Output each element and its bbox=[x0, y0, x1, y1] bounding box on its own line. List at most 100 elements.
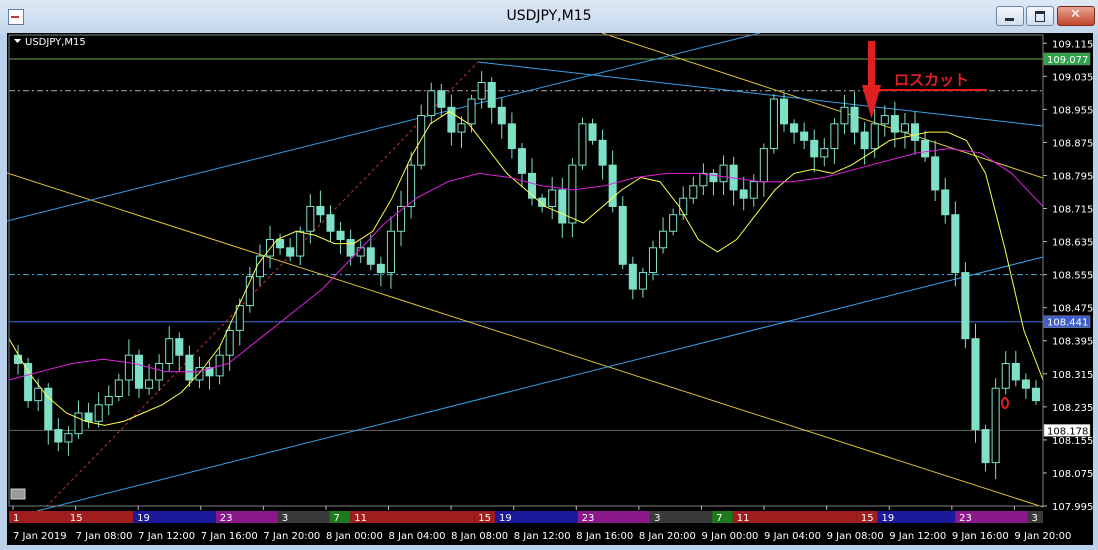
x-tick-label: 9 Jan 08:00 bbox=[827, 531, 884, 542]
candle-body bbox=[286, 247, 295, 257]
candle-body bbox=[800, 131, 809, 141]
candle-body bbox=[890, 115, 899, 133]
candle-body bbox=[618, 205, 627, 265]
candle-body bbox=[900, 123, 909, 133]
candle-body bbox=[84, 412, 93, 422]
candle-body bbox=[427, 90, 436, 117]
candle-body bbox=[1021, 379, 1030, 389]
candle-body bbox=[457, 123, 466, 133]
candle-body bbox=[124, 354, 133, 381]
candle-body bbox=[467, 98, 476, 125]
x-tick-label: 7 Jan 08:00 bbox=[76, 531, 133, 542]
x-tick-label: 8 Jan 20:00 bbox=[639, 531, 696, 542]
candle-body bbox=[659, 230, 668, 249]
candle-body bbox=[850, 106, 859, 133]
y-tick-label: 109.035 bbox=[1052, 72, 1093, 83]
candle-body bbox=[54, 429, 63, 443]
candle-body bbox=[165, 338, 174, 364]
minimize-button[interactable] bbox=[996, 6, 1024, 26]
candle-body bbox=[578, 123, 587, 166]
x-tick-label: 7 Jan 12:00 bbox=[138, 531, 195, 542]
candle-body bbox=[588, 123, 597, 141]
candle-body bbox=[598, 139, 607, 166]
candle-body bbox=[34, 387, 43, 402]
candle-body bbox=[679, 197, 688, 216]
candle-body bbox=[669, 214, 678, 232]
x-tick-label: 9 Jan 04:00 bbox=[764, 531, 821, 542]
close-button[interactable] bbox=[1057, 6, 1095, 26]
session-label: 19 bbox=[882, 513, 895, 524]
session-label: 15 bbox=[861, 513, 874, 524]
session-label: 7 bbox=[334, 513, 340, 524]
session-label: 15 bbox=[70, 513, 83, 524]
candle-body bbox=[265, 239, 275, 257]
candle-body bbox=[638, 272, 647, 290]
candle-body bbox=[790, 123, 799, 133]
candle-body bbox=[487, 82, 496, 108]
price-chart[interactable]: ロスカット 109.115 109.035 108.955 108.875 108.79… bbox=[7, 33, 1093, 545]
x-tick-label: 7 Jan 16:00 bbox=[201, 531, 258, 542]
x-tick-label: 8 Jan 00:00 bbox=[326, 531, 383, 542]
candle-body bbox=[24, 362, 33, 402]
y-tick-label: 108.155 bbox=[1052, 436, 1093, 447]
candle-body bbox=[548, 189, 557, 207]
maximize-button[interactable] bbox=[1026, 6, 1054, 26]
candle-body bbox=[447, 106, 456, 133]
session-label: 1 bbox=[13, 513, 19, 524]
candle-body bbox=[477, 82, 486, 100]
candle-body bbox=[346, 239, 355, 257]
candle-body bbox=[860, 131, 869, 150]
session-segment bbox=[732, 511, 857, 523]
session-label: 3 bbox=[282, 513, 288, 524]
scroll-handle bbox=[10, 488, 26, 500]
stop-loss-arrow-shaft bbox=[868, 41, 875, 87]
candle-body bbox=[840, 106, 849, 125]
y-tick-label: 109.115 bbox=[1052, 39, 1093, 50]
y-tick-label: 108.635 bbox=[1052, 238, 1093, 249]
candle-body bbox=[507, 123, 516, 150]
candle-body bbox=[870, 123, 879, 150]
candle-body bbox=[820, 148, 829, 158]
x-tick-label: 8 Jan 16:00 bbox=[576, 531, 633, 542]
candle-body bbox=[104, 396, 113, 406]
candle-body bbox=[880, 115, 889, 125]
session-label: 11 bbox=[354, 513, 367, 524]
candle-body bbox=[316, 205, 325, 216]
candle-body bbox=[134, 354, 144, 389]
session-label: 11 bbox=[737, 513, 750, 524]
y-tick-label: 108.955 bbox=[1052, 105, 1093, 116]
candle-body bbox=[94, 404, 103, 422]
x-tick-label: 9 Jan 12:00 bbox=[889, 531, 946, 542]
candle-body bbox=[951, 214, 960, 274]
x-tick-label: 9 Jan 20:00 bbox=[1014, 531, 1071, 542]
candle-body bbox=[1001, 362, 1010, 389]
chart-window: USDJPY,M15 ロスカット 109.115 109.035 108.955 10… bbox=[0, 0, 1098, 550]
x-tick-label: 9 Jan 00:00 bbox=[701, 531, 758, 542]
candle-body bbox=[155, 362, 164, 381]
candle-body bbox=[699, 172, 708, 187]
candle-body bbox=[739, 189, 748, 199]
candle-body bbox=[558, 189, 567, 224]
candle-body bbox=[517, 148, 526, 174]
candle-body bbox=[961, 272, 970, 340]
price-label-text: 108.441 bbox=[1047, 318, 1088, 329]
candle-body bbox=[991, 387, 1000, 464]
candle-body bbox=[64, 433, 73, 443]
title-bar[interactable]: USDJPY,M15 bbox=[0, 0, 1098, 34]
session-label: 23 bbox=[959, 513, 972, 524]
y-tick-label: 108.315 bbox=[1052, 370, 1093, 381]
session-label: 15 bbox=[478, 513, 491, 524]
candle-body bbox=[648, 247, 658, 274]
candle-body bbox=[810, 139, 819, 158]
session-label: 19 bbox=[137, 513, 150, 524]
x-tick-label: 7 Jan 2019 bbox=[13, 531, 67, 542]
candle-body bbox=[1031, 387, 1040, 402]
candle-body bbox=[628, 263, 637, 290]
y-tick-label: 108.715 bbox=[1052, 205, 1093, 216]
x-tick-label: 8 Jan 12:00 bbox=[514, 531, 571, 542]
session-label: 3 bbox=[654, 513, 660, 524]
chart-background bbox=[7, 33, 1093, 545]
candle-body bbox=[497, 106, 506, 125]
candle-body bbox=[437, 90, 446, 108]
window-title: USDJPY,M15 bbox=[506, 8, 592, 24]
